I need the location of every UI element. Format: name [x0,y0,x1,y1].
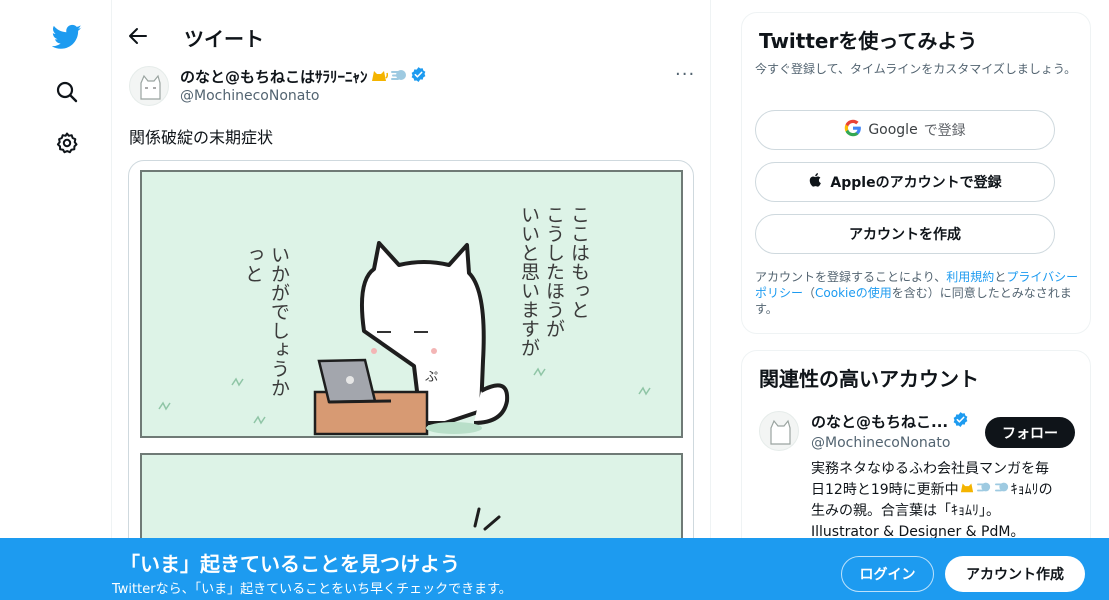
bottom-bar-title: 「いま」起きていることを見つけよう [120,552,460,576]
google-signup-label: Google [868,122,918,138]
signup-button[interactable]: アカウント作成 [945,556,1085,592]
google-signup-button[interactable]: Google で登録 [755,110,1055,150]
bio-line-suffix: ｷｮﾑﾘの [1010,482,1053,498]
signup-card: Twitterを使ってみよう 今すぐ登録して、タイムラインをカスタマイズしましょ… [741,12,1091,334]
dash-emoji-icon [993,482,1011,498]
terms-link[interactable]: 利用規約 [946,270,994,284]
bio-line: 実務ネタなゆるふわ会社員マンガを毎 [811,461,1049,477]
gear-icon[interactable] [50,126,84,160]
google-signup-suffix: で登録 [923,123,966,139]
google-icon [844,119,862,141]
legal-notice: アカウントを登録することにより、利用規約とプライバシーポリシー（Cookieの使… [755,269,1085,317]
comic-text-left-1: いかがでしょうか [268,245,290,397]
back-arrow-icon[interactable] [126,24,150,48]
twitter-logo-icon[interactable] [50,20,84,54]
related-card-title: 関連性の高いアカウント [759,367,979,391]
related-account-name[interactable]: のなと@もちねこ... [811,411,969,432]
author-handle[interactable]: @MochinecoNonato [180,88,319,104]
legal-open-paren: （ [803,286,816,300]
follow-button[interactable]: フォロー [985,417,1075,448]
legal-prefix: アカウントを登録することにより、 [755,270,947,284]
legal-and: と [994,270,1007,284]
bottom-signup-bar: 「いま」起きていることを見つけよう Twitterなら、「いま」起きていることを… [0,538,1109,600]
related-account-avatar[interactable] [759,411,799,451]
tweet-text: 関係破綻の末期症状 [129,128,274,147]
main-column: ツイート のなと@もちねこはｻﾗﾘｰﾆｬﾝ @MochinecoNonato ·… [112,0,711,600]
related-account-handle[interactable]: @MochinecoNonato [811,435,950,451]
apple-signup-button[interactable]: Appleのアカウントで登録 [755,162,1055,202]
author-name-text: のなと@もちねこはｻﾗﾘｰﾆｬﾝ [180,68,368,86]
dash-emoji-icon [975,482,993,498]
apple-signup-label: Appleのアカウントで登録 [830,175,1002,191]
header: ツイート [112,16,710,56]
related-account-name-text: のなと@もちねこ... [811,413,949,431]
comic-text-left-2: っと [242,245,264,283]
search-icon[interactable] [50,75,84,109]
comic-text-right-1: ここはもっと [568,205,590,319]
tweet-image[interactable]: ぷ ここはもっと こうしたほうが いいと思いますが いかがでしょうか っと [128,160,694,600]
signup-card-title: Twitterを使ってみよう [759,29,978,53]
author-name[interactable]: のなと@もちねこはｻﾗﾘｰﾆｬﾝ [180,66,427,87]
verified-badge-icon [952,411,969,432]
cat-emoji-icon [370,67,388,87]
bottom-bar-subtitle: Twitterなら、「いま」起きていることをいち早くチェックできます。 [112,582,512,597]
avatar[interactable] [129,66,169,106]
bio-line: 生みの親。合言葉は「ｷｮﾑﾘ」。 [811,503,1000,519]
cat-emoji-icon [959,482,975,498]
bio-line: 日12時と19時に更新中 ｷｮﾑﾘの [811,480,1086,501]
apple-icon [808,171,824,193]
comic-text-right-2: こうしたほうが [543,205,565,338]
dash-emoji-icon [390,67,408,87]
create-account-button[interactable]: アカウントを作成 [755,214,1055,254]
verified-badge-icon [410,66,427,87]
bio-line-text: 日12時と19時に更新中 [811,482,959,498]
left-nav [0,0,112,600]
login-button[interactable]: ログイン [841,556,934,592]
comic-sound-text: ぷ [425,370,438,385]
related-account-bio: 実務ネタなゆるふわ会社員マンガを毎 日12時と19時に更新中 ｷｮﾑﾘの 生みの親… [811,459,1086,543]
cookie-use-link[interactable]: Cookieの使用 [815,286,892,300]
signup-card-description: 今すぐ登録して、タイムラインをカスタマイズしましょう。 [755,62,1077,76]
comic-text-right-3: いいと思いますが [518,205,540,357]
page-title: ツイート [184,27,264,51]
more-options-button[interactable]: ··· [675,64,695,85]
